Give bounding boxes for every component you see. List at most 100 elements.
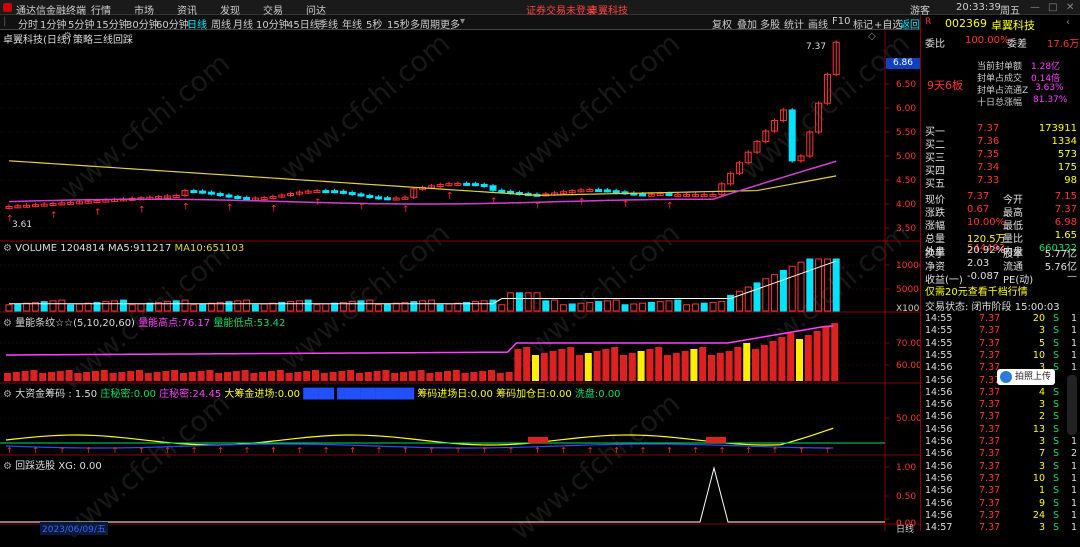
order-book-row[interactable]: 买一 7.37 173911 (921, 123, 1080, 138)
volume-bar (128, 304, 136, 312)
volume-bar (665, 300, 673, 312)
low-price-label: 3.61 (12, 220, 33, 230)
energy-bar (21, 371, 29, 381)
volume-bar (357, 300, 365, 312)
energy-bar (338, 371, 346, 381)
energy-bar (197, 371, 205, 381)
volume-bar (295, 300, 303, 312)
candle-body (322, 190, 330, 194)
volume-bar (58, 299, 66, 312)
tick-row: 14:56 7.37 4 S 1 (925, 386, 1077, 398)
buy-arrow-icon: ↑ (798, 446, 805, 455)
settings-icon[interactable]: ⚙ (3, 318, 12, 329)
volume-bar (207, 302, 215, 312)
weibi-label: 委比 (925, 39, 945, 50)
volume-ma-line (9, 260, 837, 305)
bid-price: 7.36 (977, 136, 1000, 147)
energy-bar (109, 373, 117, 381)
energy-bar (347, 370, 355, 381)
volume-bar (674, 299, 682, 312)
volume-bar (40, 301, 48, 312)
buy-arrow-icon: ↑ (182, 202, 190, 212)
buy-arrow-icon: ↑ (481, 446, 488, 455)
close-icon[interactable]: ✕ (1066, 2, 1074, 13)
energy-bar (620, 355, 627, 381)
buy-arrow-icon: ↑ (534, 446, 541, 455)
order-book-row[interactable]: 买五 7.33 98 (921, 175, 1080, 190)
volume-bar (445, 303, 453, 312)
energy-bar (558, 349, 566, 381)
buy-arrow-icon: ↑ (490, 197, 498, 207)
energy-bar (681, 351, 689, 381)
candle-body (225, 194, 233, 198)
energy-bar (488, 370, 495, 381)
energy-bar (312, 370, 319, 381)
energy-bar (672, 353, 680, 381)
tick-row: 14:56 7.37 1 S 1 (925, 485, 1078, 497)
minimize-icon[interactable]: — (1030, 2, 1040, 13)
order-book-row[interactable]: 买二 7.36 1334 (921, 136, 1080, 151)
tick-row: 14:56 7.37 10 S 1 (925, 472, 1078, 484)
energy-bar (769, 341, 777, 381)
price-axis-label: 5.00 (896, 152, 917, 162)
energy-bar (716, 353, 724, 381)
energy-bar (708, 355, 715, 381)
buy-arrow-icon: ↑ (270, 204, 278, 214)
energy-bar (593, 351, 601, 381)
energy-bar (364, 372, 372, 381)
photo-upload-button[interactable]: 拍照上传 (997, 369, 1055, 385)
candle-body (234, 195, 242, 199)
chevron-left-icon[interactable]: ‹ (1066, 17, 1070, 28)
tick-row: 14:56 7.37 13 S 1 (925, 423, 1077, 435)
energy-bar (690, 349, 698, 381)
stock-code: 002369 (945, 17, 987, 30)
settings-icon[interactable]: ⚙ (3, 389, 12, 400)
energy-bar (646, 349, 654, 381)
limit-up-badge: 9天6板 (927, 79, 963, 92)
tick-row: 14:56 7.37 3 S 1 (925, 460, 1078, 472)
energy-bar (400, 372, 407, 381)
bookmark-icon[interactable]: R (925, 17, 931, 27)
candle-body (331, 190, 339, 194)
energy-bar (162, 371, 170, 381)
price-axis-label: 5.50 (896, 128, 917, 138)
volume-bar (709, 301, 717, 312)
settings-icon[interactable]: ⚙ (3, 461, 12, 472)
buy-arrow-icon: ↑ (217, 446, 224, 455)
volume-bar (23, 302, 31, 312)
maximize-icon[interactable]: □ (1048, 2, 1057, 13)
panel4-header: ⚙ 大资金筹码 : 1.50 庄秘密:0.00 庄秘密:24.45 大筹金进场:… (3, 389, 621, 400)
volume-bar (111, 300, 119, 312)
energy-bar (391, 373, 399, 381)
volume-bar (753, 282, 761, 312)
volume-bar (498, 304, 506, 312)
chart-canvas[interactable]: ↑ ↑ ↑ ↑ ↑ ↑ ↑ ↑ ↑ ↑ ↑ ↑ ↑ ↑ ↑ ↑ ↑ ↑ ↑ ↑ ↑ ↑ ↑ ↑ ↑ ↑ ↑ ↑ ↑ ↑ ↑ ↑ ↑ ↑ ↑ ↑ ↑ ↑ ↑ ↑… (0, 0, 920, 531)
buy-arrow-icon: ↑ (32, 446, 39, 455)
energy-bar (276, 370, 284, 381)
volume-bar (163, 301, 171, 312)
select-signal-line (0, 466, 885, 523)
energy-bar (12, 372, 20, 381)
buy-arrow-icon: ↑ (112, 446, 119, 455)
energy-bar (250, 373, 258, 381)
promo-link[interactable]: 仅需20元查看千档行情 (925, 283, 1028, 298)
candle-body (199, 190, 207, 194)
energy-bar (787, 333, 795, 381)
order-book-row[interactable]: 买三 7.35 573 (921, 149, 1080, 164)
scrollbar[interactable] (1067, 375, 1077, 435)
volume-bar (612, 299, 620, 312)
energy-bar (637, 351, 645, 381)
settings-icon[interactable]: ⚙ (3, 243, 12, 254)
volume-bar (656, 301, 664, 312)
buy-arrow-icon: ↑ (296, 446, 303, 455)
energy-bar (584, 353, 592, 381)
order-book-row[interactable]: 买四 7.34 175 (921, 162, 1080, 177)
volume-bar (489, 299, 497, 312)
candle-body (207, 191, 215, 195)
volume-bar (779, 269, 787, 312)
energy-bar (136, 370, 143, 381)
weicha-value: 17.6万 (1047, 39, 1080, 50)
date-cursor-label: 2023/06/09/五 (40, 522, 108, 535)
volume-bar (172, 300, 180, 312)
energy-bar (39, 373, 47, 381)
